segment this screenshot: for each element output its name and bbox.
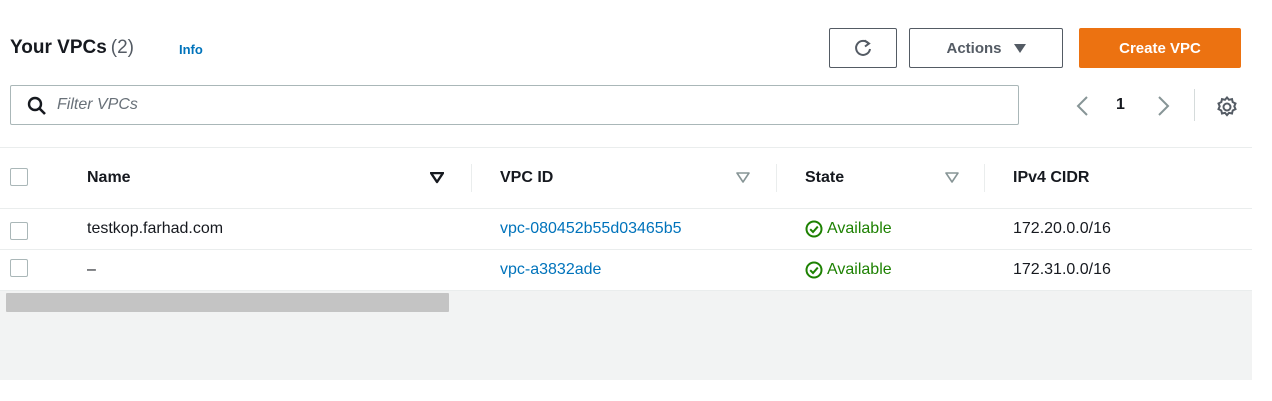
column-header-state[interactable]: State: [805, 148, 844, 208]
check-circle-icon: [805, 261, 823, 279]
actions-button[interactable]: Actions: [909, 28, 1063, 68]
vpc-count: (2): [110, 37, 135, 58]
vpc-id-link[interactable]: vpc-080452b55d03465b5: [500, 220, 682, 238]
refresh-button[interactable]: [829, 28, 897, 68]
refresh-icon: [855, 39, 871, 56]
status-cell: Available: [805, 209, 892, 249]
ipv4-cidr: 172.20.0.0/16: [1013, 220, 1111, 237]
column-header-ipv4-cidr[interactable]: IPv4 CIDR: [1013, 148, 1089, 208]
caret-down-icon: [1013, 43, 1026, 53]
status-text: Available: [827, 261, 892, 278]
table-empty-area: [0, 313, 1252, 380]
table-row[interactable]: testkop.farhad.com vpc-080452b55d03465b5…: [0, 209, 1252, 250]
vpc-name: testkop.farhad.com: [87, 220, 224, 237]
panel-header: Your VPCs (2) Info Actions Create VPC: [0, 28, 1252, 70]
ipv4-cidr: 172.31.0.0/16: [1013, 261, 1111, 278]
previous-page-icon[interactable]: [1072, 93, 1094, 119]
sort-desc-icon[interactable]: [430, 172, 444, 184]
filter-box: [10, 85, 1019, 125]
pager-divider: [1194, 89, 1195, 121]
vpc-name: –: [87, 261, 96, 278]
sort-icon[interactable]: [736, 172, 750, 184]
row-checkbox[interactable]: [10, 222, 28, 240]
search-icon: [27, 96, 46, 115]
page-title: Your VPCs (2): [10, 37, 134, 59]
vpc-table: Name VPC ID State IPv4 CIDR testkop.farh…: [0, 147, 1252, 291]
column-divider: [776, 164, 777, 192]
horizontal-scrollbar[interactable]: [0, 291, 1252, 313]
column-divider: [984, 164, 985, 192]
table-header: Name VPC ID State IPv4 CIDR: [0, 147, 1252, 209]
info-link[interactable]: Info: [179, 42, 203, 57]
column-divider: [471, 164, 472, 192]
status-text: Available: [827, 220, 892, 237]
gear-icon[interactable]: [1215, 95, 1239, 119]
status-cell: Available: [805, 250, 892, 290]
check-circle-icon: [805, 220, 823, 238]
scrollbar-thumb[interactable]: [6, 293, 449, 312]
status-badge: Available: [805, 261, 892, 279]
column-header-name[interactable]: Name: [87, 148, 131, 208]
sort-icon[interactable]: [945, 172, 959, 184]
actions-label: Actions: [946, 39, 1002, 57]
row-checkbox[interactable]: [10, 259, 28, 277]
current-page-number[interactable]: 1: [1116, 96, 1125, 114]
create-vpc-button[interactable]: Create VPC: [1079, 28, 1241, 68]
page-title-text: Your VPCs: [10, 37, 107, 58]
next-page-icon[interactable]: [1152, 93, 1174, 119]
filter-input[interactable]: [57, 86, 1007, 124]
status-badge: Available: [805, 220, 892, 238]
vpc-panel: Your VPCs(2) Info Actions Create VPC 1: [0, 0, 1252, 380]
column-header-vpc-id[interactable]: VPC ID: [500, 148, 553, 208]
select-all-checkbox[interactable]: [10, 168, 28, 186]
vpc-id-link[interactable]: vpc-a3832ade: [500, 261, 601, 279]
table-row[interactable]: – vpc-a3832ade Available 172.31.0.0/16: [0, 250, 1252, 291]
